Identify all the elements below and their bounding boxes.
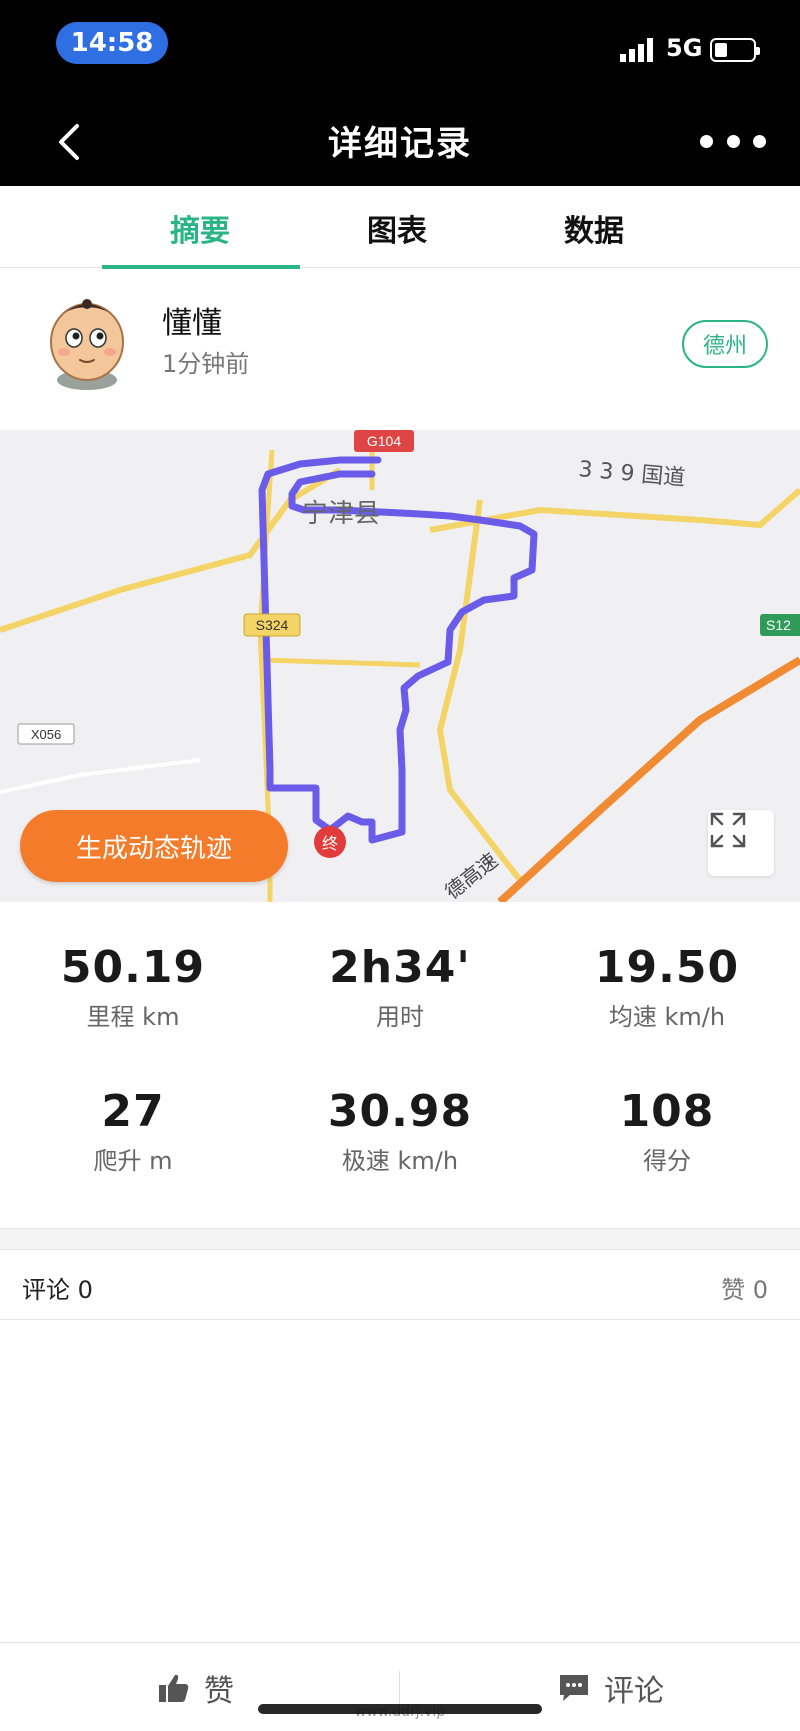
more-options-button[interactable] [700,124,766,158]
label-s324: S324 [256,617,289,633]
city-badge[interactable]: 德州 [682,320,768,368]
stat-value: 30.98 [327,1086,473,1137]
user-info: 懂懂 1分钟前 德州 [0,268,800,430]
road-s324 [261,657,421,668]
stat-value: 19.50 [594,942,740,993]
username: 懂懂 [162,306,222,341]
like-button-label: 赞 [204,1673,234,1709]
page-title: 详细记录 [328,124,472,164]
battery-icon [710,38,760,62]
comment-count[interactable]: 评论 0 [22,1270,93,1305]
tab-data[interactable]: 数据 [494,206,694,250]
stat-value: 2h34' [329,942,471,993]
route-map[interactable]: G104 宁津县 3 3 9 国道 S324 S12 X056 德高速 终 生成… [0,430,800,902]
avatar[interactable] [44,294,130,390]
signal-icon [620,38,653,62]
top-bar: 14:58 5G 详细记录 [0,0,800,186]
post-time: 1分钟前 [162,350,250,378]
stat-climb: 27 爬升 m [0,1086,266,1176]
generate-dynamic-track-button[interactable]: 生成动态轨迹 [20,810,288,882]
stat-label: 爬升 m [93,1147,173,1175]
end-marker: 终 [314,826,346,858]
thumbs-up-icon [159,1674,189,1702]
label-g104: G104 [367,433,401,449]
stat-value: 108 [619,1086,715,1137]
stat-value: 27 [101,1086,165,1137]
expand-map-button[interactable] [708,810,774,876]
road-sign-g104: G104 [354,430,414,452]
stat-label: 用时 [376,1003,424,1031]
tab-summary[interactable]: 摘要 [100,206,300,250]
road-sign-s12: S12 [760,614,800,636]
comment-icon [560,1674,588,1701]
tab-bar: 摘要 图表 数据 [0,186,800,269]
label-339: 3 3 9 国道 [577,457,686,491]
road-sign-s324: S324 [243,613,301,637]
end-marker-label: 终 [322,834,338,853]
road-sw [0,758,201,794]
status-time: 14:58 [56,22,168,64]
stat-score: 108 得分 [534,1086,800,1176]
stat-max-speed: 30.98 极速 km/h [267,1086,533,1176]
ride-stats: 50.19 里程 km 2h34' 用时 19.50 均速 km/h 27 爬升… [0,902,800,1228]
stat-value: 50.19 [60,942,206,993]
label-x056: X056 [31,727,61,742]
social-summary: 评论 0 赞 0 [0,1250,800,1320]
dot-icon [753,134,766,148]
bottom-bar-divider [399,1671,400,1705]
stat-label: 均速 km/h [608,1003,726,1031]
stat-duration: 2h34' 用时 [267,942,533,1032]
tab-charts[interactable]: 图表 [297,206,497,250]
stat-label: 得分 [643,1147,691,1175]
home-indicator [258,1704,542,1714]
section-divider [0,1228,800,1250]
label-ningjin: 宁津县 [302,499,380,529]
label-s12: S12 [766,617,791,633]
stat-label: 极速 km/h [341,1147,459,1175]
comment-button-label: 评论 [604,1673,664,1709]
expand-icon [710,812,746,848]
stat-label: 里程 km [86,1003,180,1031]
dot-icon [726,134,740,148]
stat-distance: 50.19 里程 km [0,942,266,1032]
like-count[interactable]: 赞 0 [721,1270,768,1305]
label-expressway: 德高速 [440,848,502,902]
road-sign-x056: X056 [17,723,75,745]
network-type: 5G [666,34,703,62]
stat-avg-speed: 19.50 均速 km/h [534,942,800,1032]
dot-icon [700,134,713,148]
